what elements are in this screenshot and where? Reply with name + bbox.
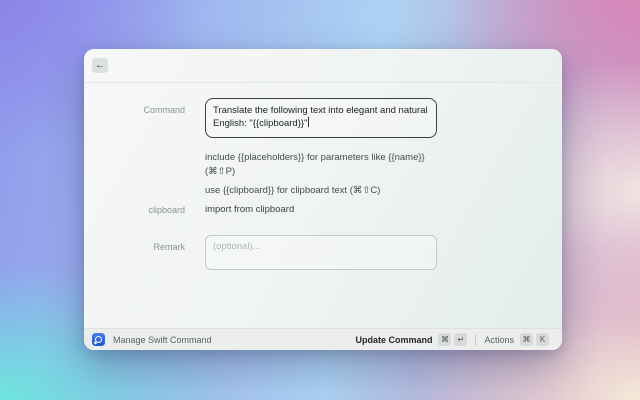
actions-shortcut: ⌘ K [520, 333, 549, 346]
actions-menu-button[interactable]: Actions ⌘ K [484, 333, 549, 346]
swift-command-window: ← Command Translate the following text i… [84, 49, 562, 350]
back-arrow-icon: ← [95, 61, 105, 71]
command-key-icon: ⌘ [438, 333, 451, 346]
clipboard-field-label: clipboard [84, 204, 185, 216]
remark-field-label: Remark [84, 241, 185, 253]
update-command-button[interactable]: Update Command ⌘ ↵ [355, 333, 467, 346]
app-title: Manage Swift Command [113, 335, 212, 345]
footer-divider [475, 334, 476, 346]
update-command-label: Update Command [355, 335, 432, 345]
update-command-shortcut: ⌘ ↵ [438, 333, 467, 346]
remark-textarea[interactable] [205, 235, 437, 270]
footer-actions: Update Command ⌘ ↵ Actions ⌘ K [355, 333, 549, 346]
placeholders-hint: include {{placeholders}} for parameters … [205, 151, 450, 179]
k-key-icon: K [536, 333, 549, 346]
return-key-icon: ↵ [454, 333, 467, 346]
edit-command-form: Command Translate the following text int… [84, 83, 562, 328]
placeholders-hint-line1: include {{placeholders}} for parameters … [205, 151, 450, 165]
action-bar: Manage Swift Command Update Command ⌘ ↵ … [84, 328, 562, 350]
clipboard-field-value[interactable]: import from clipboard [205, 204, 294, 216]
back-button[interactable]: ← [92, 58, 108, 73]
actions-label: Actions [484, 335, 514, 345]
command-key-icon: ⌘ [520, 333, 533, 346]
clipboard-hint: use {{clipboard}} for clipboard text (⌘⇧… [205, 184, 450, 198]
window-header: ← [84, 49, 562, 83]
command-field-label: Command [84, 104, 185, 116]
placeholders-hint-line2: (⌘⇧P) [205, 165, 450, 179]
command-input-value: Translate the following text into elegan… [213, 105, 428, 129]
text-caret [308, 117, 309, 127]
swift-command-icon [92, 333, 105, 346]
command-input[interactable]: Translate the following text into elegan… [205, 98, 437, 138]
